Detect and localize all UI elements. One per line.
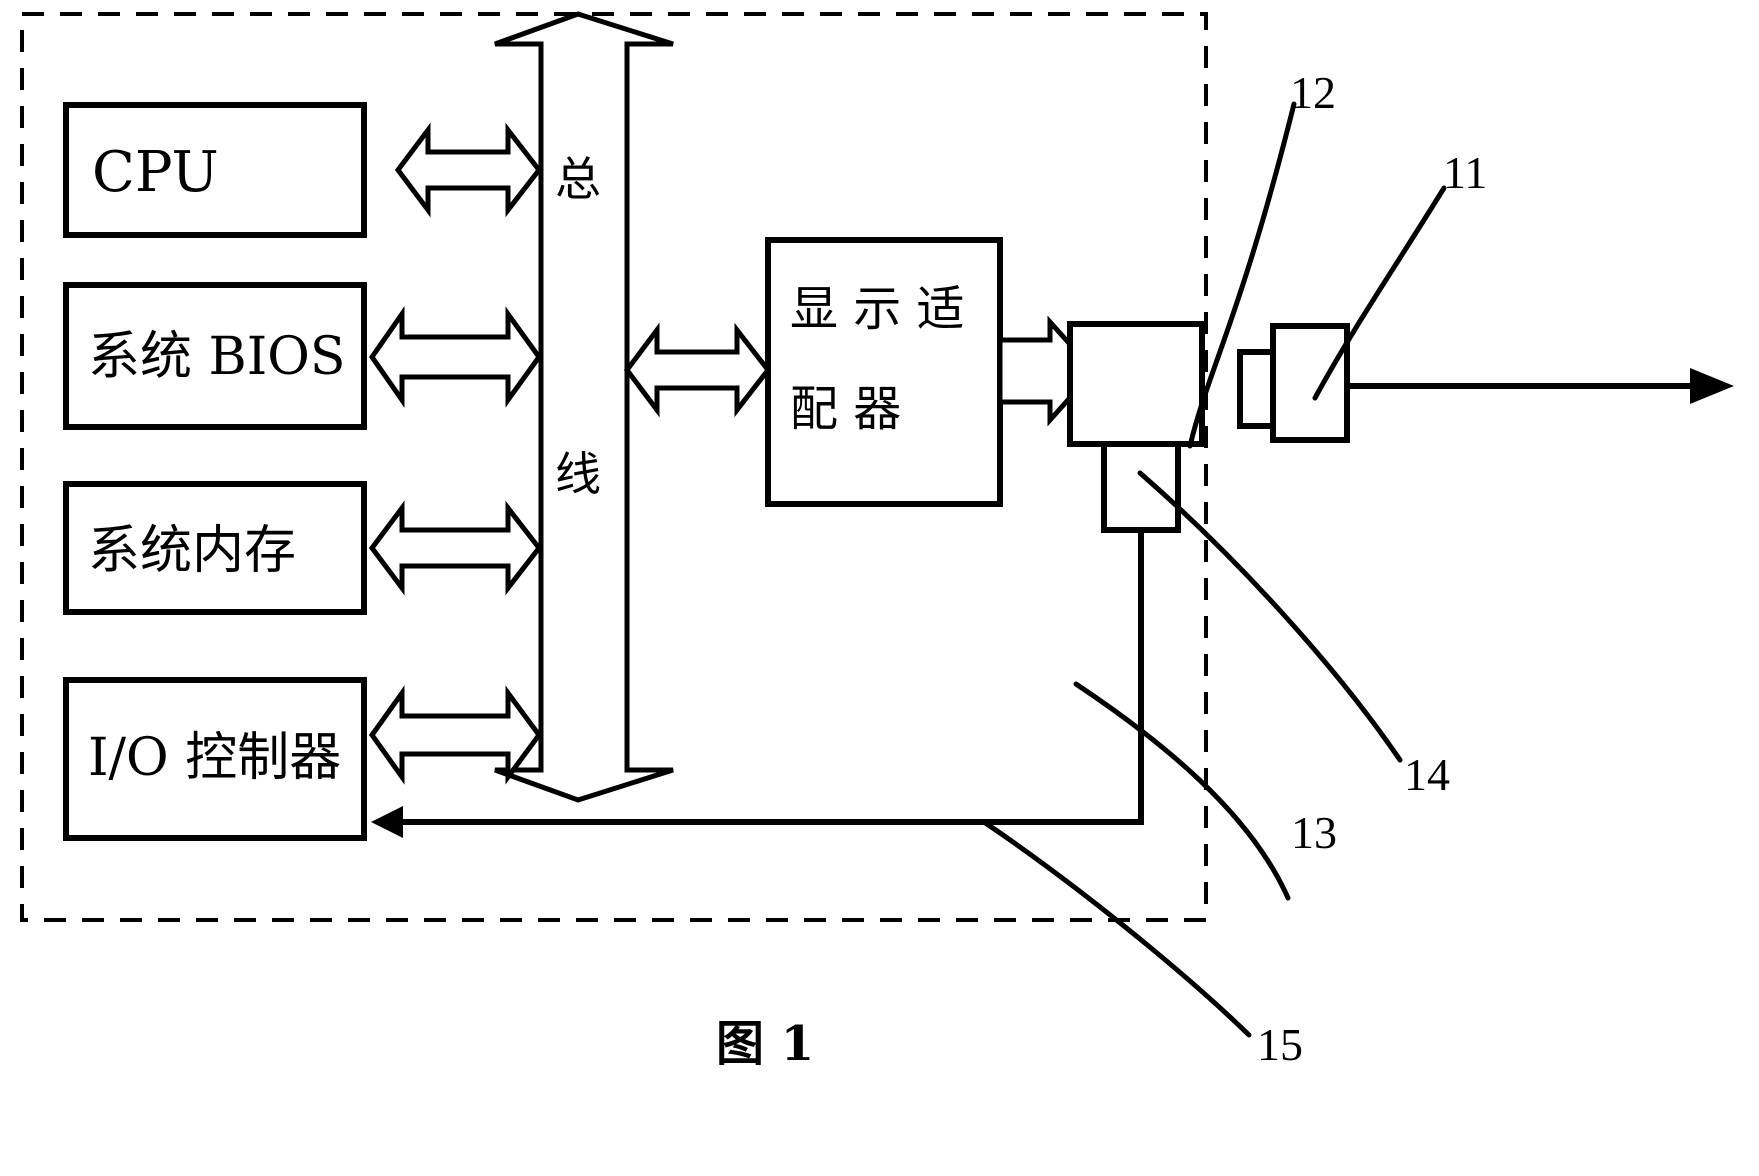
block-diagram: CPU 系统 BIOS 系统内存 I/O 控制器 显 示 适 配 器 总 线 1… bbox=[20, 11, 1734, 1072]
memory-bus-connector-arrow bbox=[368, 500, 543, 596]
system-bios-label: 系统 BIOS bbox=[88, 327, 346, 387]
bus-label-char-2: 线 bbox=[555, 447, 601, 501]
cpu-bus-connector-arrow bbox=[394, 122, 543, 218]
display-adapter-label-line1: 显 示 适 bbox=[790, 281, 965, 337]
io-controller-label: I/O 控制器 bbox=[88, 728, 341, 788]
ref-number-13: 13 bbox=[1291, 807, 1337, 858]
system-memory-label: 系统内存 bbox=[88, 521, 296, 581]
ref-number-15: 15 bbox=[1257, 1019, 1303, 1070]
unit-14-box bbox=[1101, 441, 1181, 533]
bios-bus-connector-arrow bbox=[368, 306, 543, 408]
unit-11-body bbox=[1270, 323, 1350, 443]
patent-figure: CPU 系统 BIOS 系统内存 I/O 控制器 显 示 适 配 器 总 线 1… bbox=[0, 0, 1759, 1176]
cpu-label: CPU bbox=[92, 140, 219, 205]
ref-number-14: 14 bbox=[1404, 749, 1450, 800]
leader-line-11 bbox=[1312, 185, 1447, 401]
leader-line-15 bbox=[981, 819, 1252, 1038]
display-adapter-label-line2: 配 器 bbox=[790, 381, 901, 437]
bus-label-char-1: 总 bbox=[555, 152, 601, 206]
display-adapter-box bbox=[765, 237, 1003, 507]
feedback-path-arrowhead bbox=[371, 806, 403, 838]
io-bus-connector-arrow bbox=[368, 685, 543, 785]
unit-11-output-arrowhead bbox=[1690, 368, 1734, 404]
bus-display-adapter-arrow bbox=[623, 322, 772, 418]
ref-number-12: 12 bbox=[1290, 67, 1336, 118]
figure-caption: 图 1 bbox=[716, 1016, 814, 1072]
ref-number-11: 11 bbox=[1443, 147, 1487, 198]
unit-12-box bbox=[1067, 321, 1205, 447]
leader-line-13 bbox=[1073, 681, 1291, 901]
bus-double-arrow bbox=[494, 11, 674, 803]
